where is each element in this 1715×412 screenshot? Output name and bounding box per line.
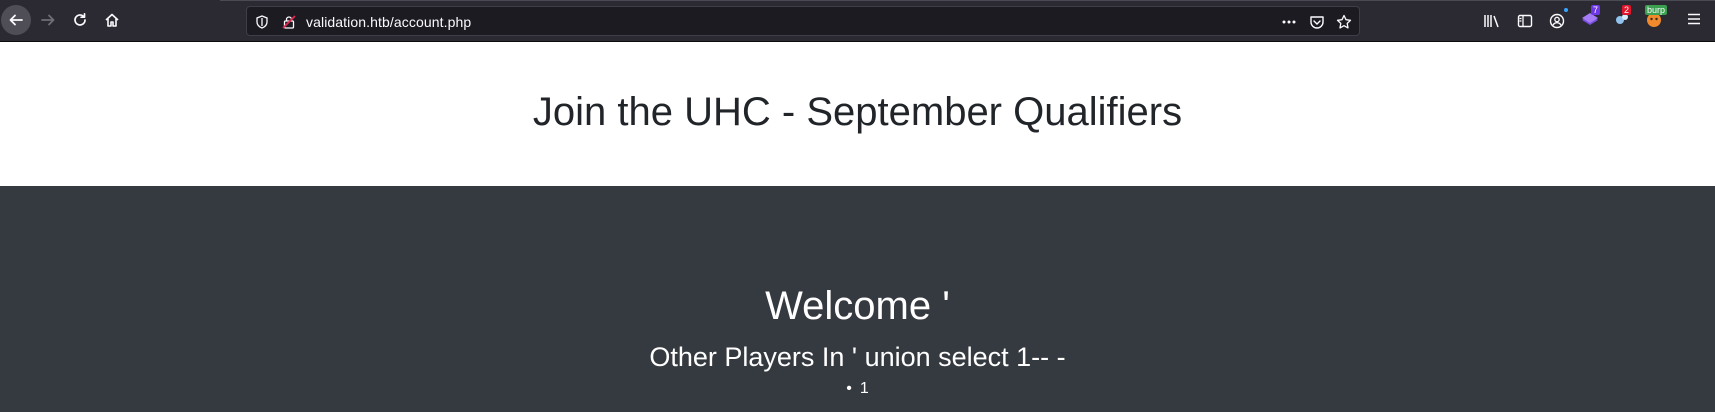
burp-badge: burp (1645, 5, 1668, 15)
burp-extension-button[interactable]: burp (1644, 5, 1668, 31)
extension-badge-2: 2 (1622, 5, 1632, 15)
account-dot (1564, 8, 1568, 12)
home-button[interactable] (97, 5, 127, 35)
list-item: 1 (0, 380, 1715, 398)
browser-toolbar: validation.htb/account.php 7 2 burp (0, 0, 1715, 42)
address-bar[interactable]: validation.htb/account.php (246, 6, 1360, 36)
home-icon (104, 12, 120, 28)
library-icon[interactable] (1482, 11, 1502, 31)
forward-arrow-icon (40, 12, 56, 28)
extension-button-2[interactable]: 2 (1612, 5, 1632, 31)
account-icon[interactable] (1547, 8, 1568, 31)
forward-button[interactable] (33, 5, 63, 35)
players-heading: Other Players In ' union select 1-- - (649, 342, 1066, 372)
menu-button[interactable] (1684, 11, 1704, 31)
back-arrow-icon (8, 12, 24, 28)
bookmark-star-icon[interactable] (1336, 14, 1352, 30)
url-text[interactable]: validation.htb/account.php (306, 14, 471, 30)
extension-badge-1: 7 (1591, 5, 1601, 15)
extension-button-1[interactable]: 7 (1580, 5, 1601, 31)
tab-strip-edge (220, 0, 1715, 1)
back-button[interactable] (1, 5, 31, 35)
reload-button[interactable] (65, 5, 95, 35)
tracking-shield-icon[interactable] (254, 14, 270, 30)
insecure-lock-icon[interactable] (281, 14, 297, 30)
more-actions-icon[interactable] (1281, 14, 1297, 30)
page-header: Join the UHC - September Qualifiers (0, 42, 1715, 186)
menu-icon (1686, 11, 1702, 32)
pocket-icon[interactable] (1309, 14, 1325, 30)
welcome-heading: Welcome ' (765, 284, 950, 328)
page-title: Join the UHC - September Qualifiers (532, 90, 1183, 134)
sidebar-icon[interactable] (1515, 11, 1535, 31)
reload-icon (72, 12, 88, 28)
players-list: 1 (0, 380, 1715, 398)
account-section: Welcome ' Other Players In ' union selec… (0, 186, 1715, 412)
